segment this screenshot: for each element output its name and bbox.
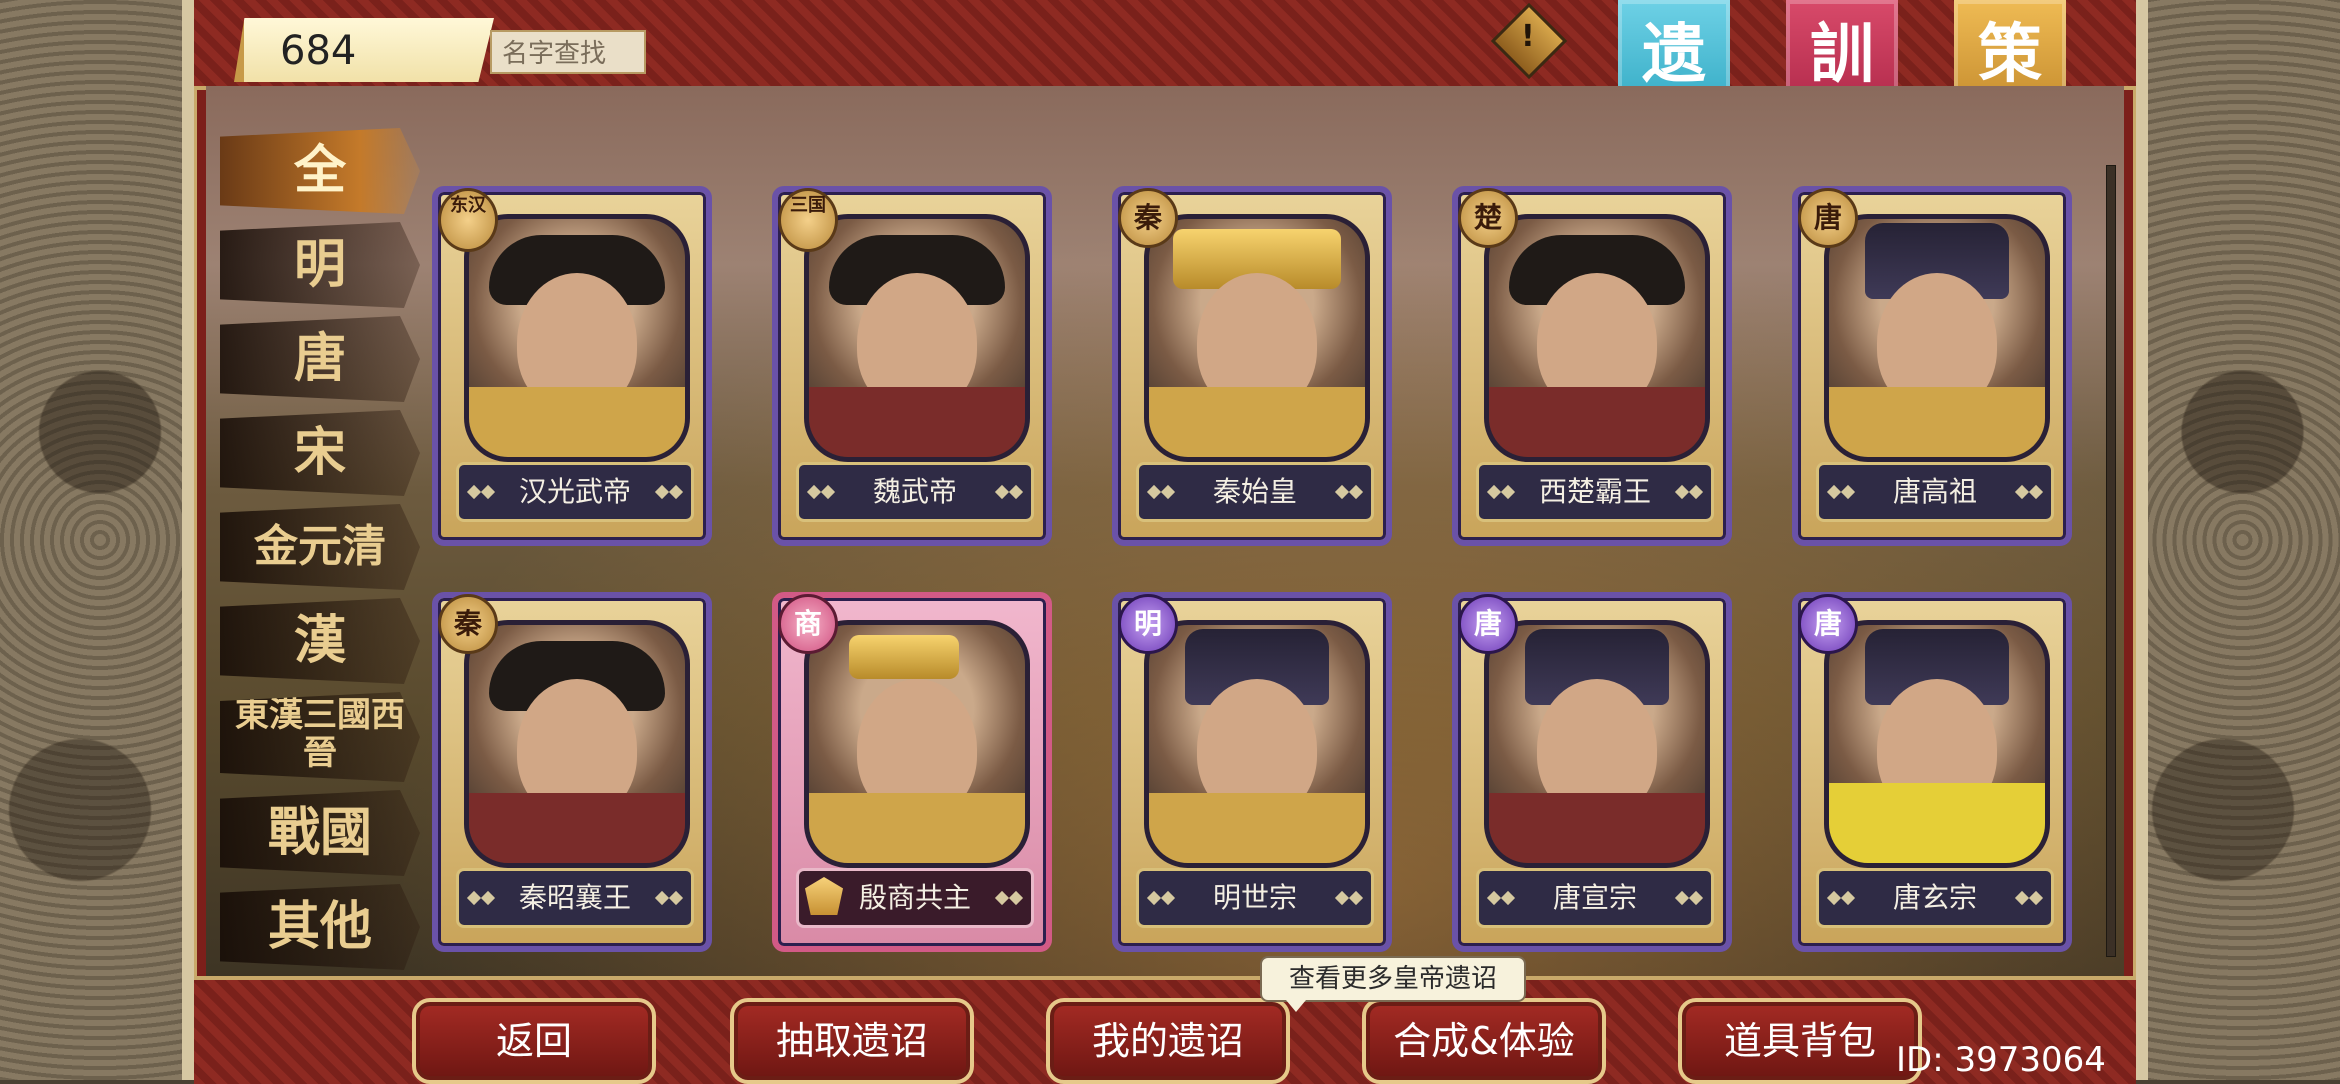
category-tang[interactable]: 唐 xyxy=(220,316,420,402)
emperor-name: 魏武帝 xyxy=(872,475,957,508)
emperor-card[interactable]: 东汉 汉光武帝 xyxy=(432,186,712,546)
main-frame: 684 名字查找 ! 遗 訓 策 全 明 唐 宋 金元清 漢 東漢三國西晉 戰國… xyxy=(182,0,2148,1084)
portrait xyxy=(464,620,690,868)
tooltip: 查看更多皇帝遗诏 xyxy=(1260,956,1526,1012)
emperor-card[interactable]: 唐 唐高祖 xyxy=(1792,186,2072,546)
top-bar: 684 名字查找 ! 遗 訓 策 xyxy=(194,0,2136,150)
portrait xyxy=(464,214,690,462)
my-edicts-button[interactable]: 我的遗诏 xyxy=(1046,998,1290,1084)
emperor-card[interactable]: 商 殷商共主 xyxy=(772,592,1052,952)
portrait xyxy=(1484,214,1710,462)
draw-edict-button[interactable]: 抽取遗诏 xyxy=(730,998,974,1084)
name-plate: 秦始皇 xyxy=(1136,462,1374,522)
search-input[interactable]: 名字查找 xyxy=(490,30,646,74)
category-other[interactable]: 其他 xyxy=(220,884,420,970)
name-plate: 汉光武帝 xyxy=(456,462,694,522)
dynasty-badge: 楚 xyxy=(1458,188,1518,248)
bottom-bar: 返回 抽取遗诏 我的遗诏 合成&体验 道具背包 xyxy=(194,976,2136,1084)
emperor-card[interactable]: 秦 秦始皇 xyxy=(1112,186,1392,546)
emperor-card[interactable]: 唐 唐宣宗 xyxy=(1452,592,1732,952)
dynasty-badge: 商 xyxy=(778,594,838,654)
fox-icon xyxy=(805,877,843,915)
name-plate: 唐玄宗 xyxy=(1816,868,2054,928)
synthesize-experience-button[interactable]: 合成&体验 xyxy=(1362,998,1606,1084)
emperor-name: 唐高祖 xyxy=(1892,475,1977,508)
dynasty-badge: 秦 xyxy=(438,594,498,654)
portrait xyxy=(1144,620,1370,868)
emperor-card[interactable]: 楚 西楚霸王 xyxy=(1452,186,1732,546)
name-plate: 秦昭襄王 xyxy=(456,868,694,928)
user-id-text: ID: 3973064 xyxy=(1896,1040,2106,1080)
portrait xyxy=(1144,214,1370,462)
dynasty-badge: 三国 xyxy=(778,188,838,252)
emperor-name: 秦始皇 xyxy=(1212,475,1297,508)
category-song[interactable]: 宋 xyxy=(220,410,420,496)
dragon-wallpaper-left xyxy=(0,0,200,1080)
count-plate: 684 xyxy=(234,18,494,82)
emperor-name: 秦昭襄王 xyxy=(518,881,631,914)
back-button[interactable]: 返回 xyxy=(412,998,656,1084)
emperor-card[interactable]: 秦 秦昭襄王 xyxy=(432,592,712,952)
content-panel: 684 名字查找 ! 遗 訓 策 全 明 唐 宋 金元清 漢 東漢三國西晉 戰國… xyxy=(194,0,2136,1084)
category-all[interactable]: 全 xyxy=(220,128,420,214)
dynasty-badge: 东汉 xyxy=(438,188,498,252)
category-ming[interactable]: 明 xyxy=(220,222,420,308)
emperor-card[interactable]: 唐 唐玄宗 xyxy=(1792,592,2072,952)
dynasty-badge: 秦 xyxy=(1118,188,1178,248)
dynasty-badge: 唐 xyxy=(1798,188,1858,248)
emperor-card[interactable]: 明 明世宗 xyxy=(1112,592,1392,952)
name-plate: 西楚霸王 xyxy=(1476,462,1714,522)
count-value: 684 xyxy=(280,28,357,74)
name-plate: 唐高祖 xyxy=(1816,462,2054,522)
portrait xyxy=(804,620,1030,868)
dynasty-badge: 唐 xyxy=(1458,594,1518,654)
portrait xyxy=(804,214,1030,462)
emperor-name: 唐宣宗 xyxy=(1552,881,1637,914)
category-han[interactable]: 漢 xyxy=(220,598,420,684)
portrait xyxy=(1824,620,2050,868)
category-menu: 全 明 唐 宋 金元清 漢 東漢三國西晉 戰國 其他 xyxy=(220,128,440,978)
name-plate: 明世宗 xyxy=(1136,868,1374,928)
item-bag-button[interactable]: 道具背包 xyxy=(1678,998,1922,1084)
name-plate: 魏武帝 xyxy=(796,462,1034,522)
emperor-card[interactable]: 三国 魏武帝 xyxy=(772,186,1052,546)
name-plate: 殷商共主 xyxy=(796,868,1034,928)
category-eastern-han-three-kingdoms-western-jin[interactable]: 東漢三國西晉 xyxy=(220,692,420,782)
dynasty-badge: 唐 xyxy=(1798,594,1858,654)
category-jin-yuan-qing[interactable]: 金元清 xyxy=(220,504,420,590)
dynasty-badge: 明 xyxy=(1118,594,1178,654)
alert-icon[interactable]: ! xyxy=(1490,2,1568,80)
category-warring-states[interactable]: 戰國 xyxy=(220,790,420,876)
emperor-name: 西楚霸王 xyxy=(1538,475,1651,508)
vertical-scrollbar[interactable] xyxy=(2106,165,2116,957)
emperor-name: 明世宗 xyxy=(1212,881,1297,914)
name-plate: 唐宣宗 xyxy=(1476,868,1714,928)
dragon-wallpaper-right xyxy=(2145,0,2340,1080)
emperor-name: 殷商共主 xyxy=(858,881,971,914)
emperor-name: 汉光武帝 xyxy=(518,475,631,508)
emperor-name: 唐玄宗 xyxy=(1892,881,1977,914)
portrait xyxy=(1824,214,2050,462)
portrait xyxy=(1484,620,1710,868)
